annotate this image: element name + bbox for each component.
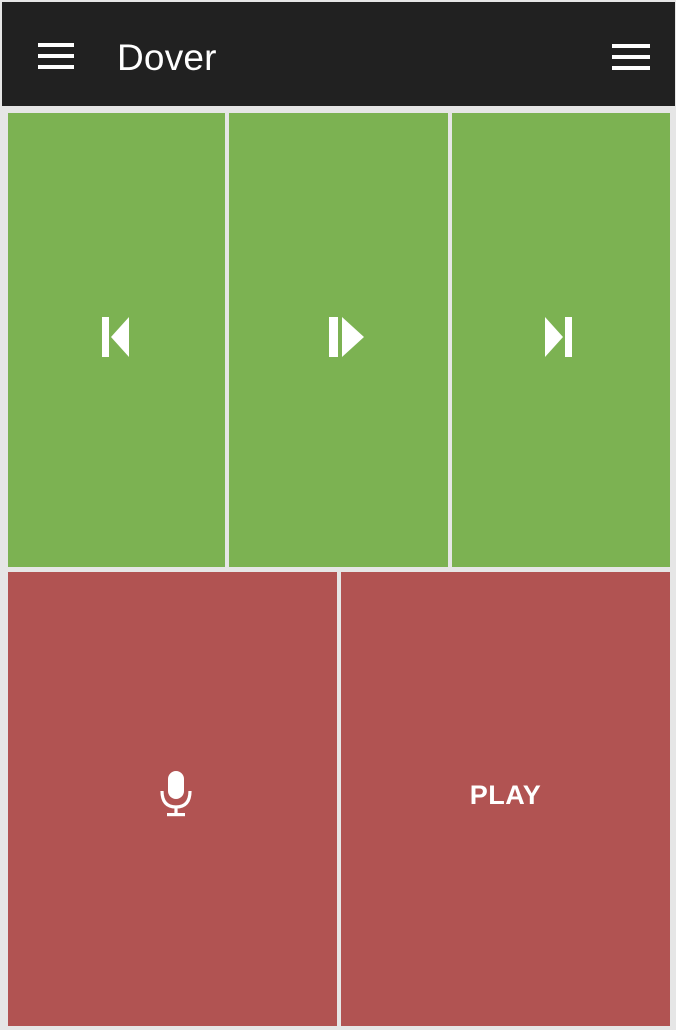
play-button-label: PLAY xyxy=(469,779,542,810)
page-title: Dover xyxy=(117,37,217,78)
menu-icon[interactable] xyxy=(38,43,74,69)
play-pause-icon xyxy=(328,317,365,357)
top-app-bar: Dover xyxy=(2,2,675,106)
microphone-icon xyxy=(159,771,193,817)
microphone-button[interactable] xyxy=(8,572,337,1026)
skip-previous-button[interactable] xyxy=(8,113,225,567)
skip-previous-icon xyxy=(101,317,132,357)
play-button[interactable]: PLAY xyxy=(341,572,670,1026)
list-icon[interactable] xyxy=(612,44,650,70)
play-pause-button[interactable] xyxy=(229,113,448,567)
skip-next-button[interactable] xyxy=(452,113,670,567)
skip-next-icon xyxy=(545,317,573,357)
app-root: Dover PLAY xyxy=(0,0,676,1030)
